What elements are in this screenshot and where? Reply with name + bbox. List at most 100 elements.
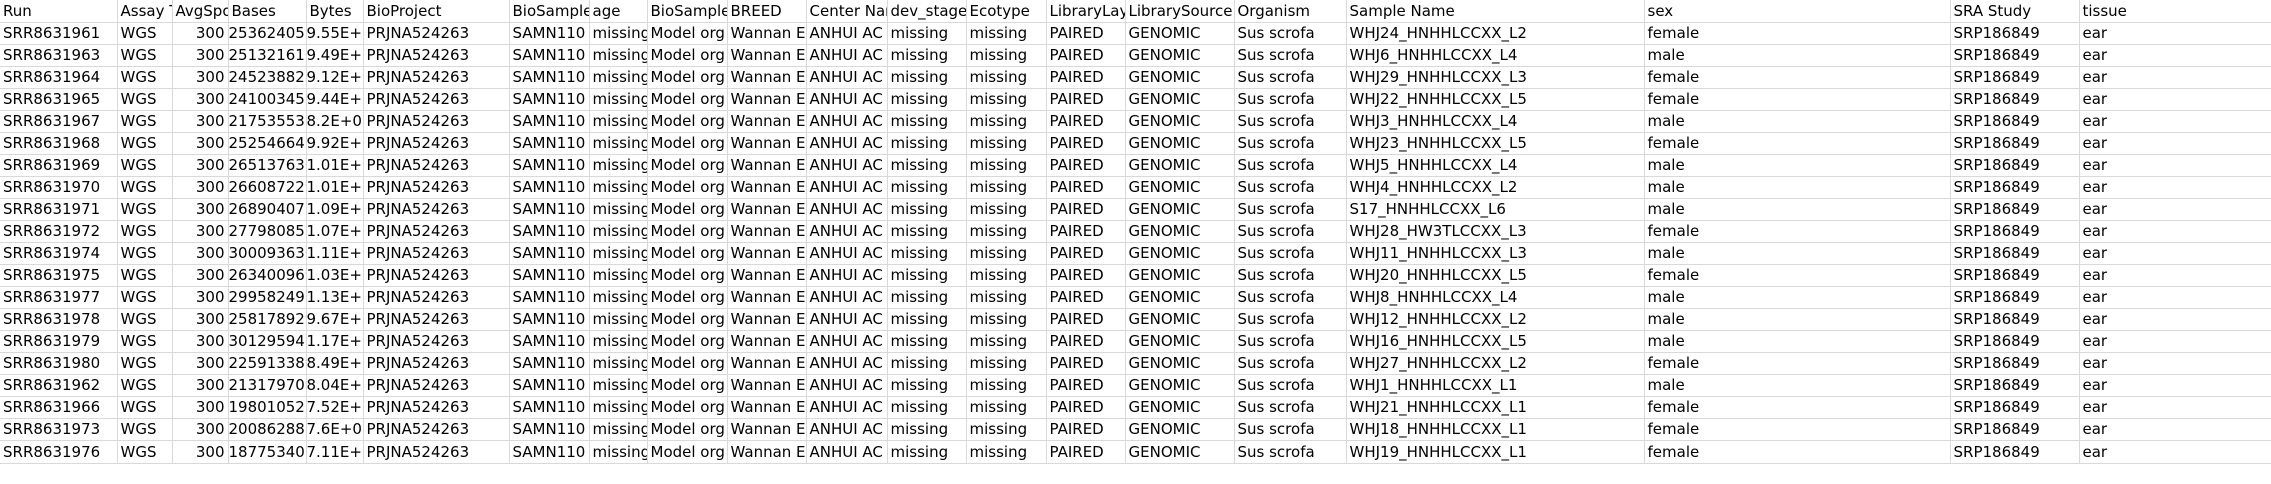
cell-biosample-model[interactable]: Model org [647, 66, 728, 89]
cell-library-source[interactable]: GENOMIC [1125, 44, 1235, 67]
cell-dev-stage[interactable]: missing [887, 154, 967, 177]
cell-bytes[interactable]: 1.03E+10 [306, 264, 364, 287]
header-cell-assay-type[interactable]: Assay Type [117, 0, 173, 23]
cell-bioproject[interactable]: PRJNA524263 [363, 418, 510, 441]
cell-assay-type[interactable]: WGS [117, 88, 173, 111]
cell-library-layout[interactable]: PAIRED [1046, 308, 1126, 331]
cell-sex[interactable]: female [1644, 418, 1951, 441]
cell-bases[interactable]: 24100345800 [228, 88, 307, 111]
cell-organism[interactable]: Sus scrofa [1234, 66, 1347, 89]
cell-sra-study[interactable]: SRP186849 [1950, 374, 2080, 397]
cell-ecotype[interactable]: missing [966, 374, 1047, 397]
cell-sample-name[interactable]: WHJ21_HNHHLCCXX_L1 [1346, 396, 1645, 419]
cell-run[interactable]: SRR8631971 [0, 198, 118, 221]
cell-tissue[interactable]: ear [2079, 374, 2271, 397]
cell-bases[interactable]: 26608722900 [228, 176, 307, 199]
cell-sex[interactable]: female [1644, 88, 1951, 111]
cell-dev-stage[interactable]: missing [887, 286, 967, 309]
cell-library-layout[interactable]: PAIRED [1046, 198, 1126, 221]
cell-assay-type[interactable]: WGS [117, 264, 173, 287]
cell-sra-study[interactable]: SRP186849 [1950, 220, 2080, 243]
cell-library-source[interactable]: GENOMIC [1125, 176, 1235, 199]
cell-age[interactable]: missing [589, 88, 648, 111]
cell-organism[interactable]: Sus scrofa [1234, 286, 1347, 309]
cell-ecotype[interactable]: missing [966, 286, 1047, 309]
cell-bases[interactable]: 21753553200 [228, 110, 307, 133]
cell-library-layout[interactable]: PAIRED [1046, 220, 1126, 243]
cell-organism[interactable]: Sus scrofa [1234, 22, 1347, 45]
cell-biosample-model[interactable]: Model org [647, 220, 728, 243]
cell-biosample[interactable]: SAMN110 [509, 418, 590, 441]
cell-sample-name[interactable]: WHJ18_HNHHLCCXX_L1 [1346, 418, 1645, 441]
cell-library-source[interactable]: GENOMIC [1125, 198, 1235, 221]
cell-sample-name[interactable]: WHJ1_HNHHLCCXX_L1 [1346, 374, 1645, 397]
cell-biosample[interactable]: SAMN110 [509, 220, 590, 243]
header-cell-dev-stage[interactable]: dev_stage [887, 0, 967, 23]
cell-sample-name[interactable]: WHJ11_HNHHLCCXX_L3 [1346, 242, 1645, 265]
cell-center-name[interactable]: ANHUI AC [806, 352, 888, 375]
cell-sex[interactable]: male [1644, 286, 1951, 309]
cell-assay-type[interactable]: WGS [117, 110, 173, 133]
cell-bytes[interactable]: 1.07E+10 [306, 220, 364, 243]
cell-tissue[interactable]: ear [2079, 132, 2271, 155]
cell-biosample-model[interactable]: Model org [647, 22, 728, 45]
cell-library-source[interactable]: GENOMIC [1125, 220, 1235, 243]
cell-dev-stage[interactable]: missing [887, 418, 967, 441]
cell-tissue[interactable]: ear [2079, 154, 2271, 177]
cell-assay-type[interactable]: WGS [117, 154, 173, 177]
cell-bases[interactable]: 19801052100 [228, 396, 307, 419]
cell-biosample[interactable]: SAMN110 [509, 22, 590, 45]
cell-bases[interactable]: 25132161000 [228, 44, 307, 67]
cell-tissue[interactable]: ear [2079, 396, 2271, 419]
cell-sample-name[interactable]: WHJ27_HNHHLCCXX_L2 [1346, 352, 1645, 375]
cell-library-source[interactable]: GENOMIC [1125, 330, 1235, 353]
cell-bioproject[interactable]: PRJNA524263 [363, 154, 510, 177]
cell-bytes[interactable]: 9.55E+09 [306, 22, 364, 45]
cell-biosample[interactable]: SAMN110 [509, 308, 590, 331]
cell-ecotype[interactable]: missing [966, 352, 1047, 375]
cell-tissue[interactable]: ear [2079, 330, 2271, 353]
cell-bases[interactable]: 27798085800 [228, 220, 307, 243]
cell-bioproject[interactable]: PRJNA524263 [363, 88, 510, 111]
cell-library-layout[interactable]: PAIRED [1046, 110, 1126, 133]
cell-breed[interactable]: Wannan E [727, 396, 807, 419]
cell-tissue[interactable]: ear [2079, 242, 2271, 265]
cell-run[interactable]: SRR8631963 [0, 44, 118, 67]
cell-library-source[interactable]: GENOMIC [1125, 154, 1235, 177]
cell-breed[interactable]: Wannan E [727, 88, 807, 111]
cell-avg-spot-len[interactable]: 300 [172, 22, 229, 45]
cell-sra-study[interactable]: SRP186849 [1950, 44, 2080, 67]
cell-breed[interactable]: Wannan E [727, 110, 807, 133]
cell-biosample-model[interactable]: Model org [647, 176, 728, 199]
cell-avg-spot-len[interactable]: 300 [172, 176, 229, 199]
cell-sex[interactable]: male [1644, 154, 1951, 177]
cell-sra-study[interactable]: SRP186849 [1950, 154, 2080, 177]
cell-bases[interactable]: 30009363000 [228, 242, 307, 265]
cell-ecotype[interactable]: missing [966, 220, 1047, 243]
cell-organism[interactable]: Sus scrofa [1234, 198, 1347, 221]
cell-dev-stage[interactable]: missing [887, 440, 967, 464]
cell-organism[interactable]: Sus scrofa [1234, 220, 1347, 243]
cell-ecotype[interactable]: missing [966, 66, 1047, 89]
cell-sample-name[interactable]: WHJ24_HNHHLCCXX_L2 [1346, 22, 1645, 45]
cell-organism[interactable]: Sus scrofa [1234, 242, 1347, 265]
cell-run[interactable]: SRR8631968 [0, 132, 118, 155]
header-cell-organism[interactable]: Organism [1234, 0, 1347, 23]
cell-biosample[interactable]: SAMN110 [509, 330, 590, 353]
cell-library-layout[interactable]: PAIRED [1046, 374, 1126, 397]
cell-sample-name[interactable]: WHJ20_HNHHLCCXX_L5 [1346, 264, 1645, 287]
cell-center-name[interactable]: ANHUI AC [806, 418, 888, 441]
cell-sex[interactable]: female [1644, 132, 1951, 155]
cell-dev-stage[interactable]: missing [887, 220, 967, 243]
cell-sample-name[interactable]: WHJ12_HNHHLCCXX_L2 [1346, 308, 1645, 331]
cell-assay-type[interactable]: WGS [117, 352, 173, 375]
cell-avg-spot-len[interactable]: 300 [172, 44, 229, 67]
cell-assay-type[interactable]: WGS [117, 286, 173, 309]
cell-dev-stage[interactable]: missing [887, 22, 967, 45]
cell-library-layout[interactable]: PAIRED [1046, 242, 1126, 265]
cell-center-name[interactable]: ANHUI AC [806, 22, 888, 45]
cell-bioproject[interactable]: PRJNA524263 [363, 132, 510, 155]
cell-bytes[interactable]: 8.49E+09 [306, 352, 364, 375]
cell-age[interactable]: missing [589, 352, 648, 375]
cell-tissue[interactable]: ear [2079, 352, 2271, 375]
